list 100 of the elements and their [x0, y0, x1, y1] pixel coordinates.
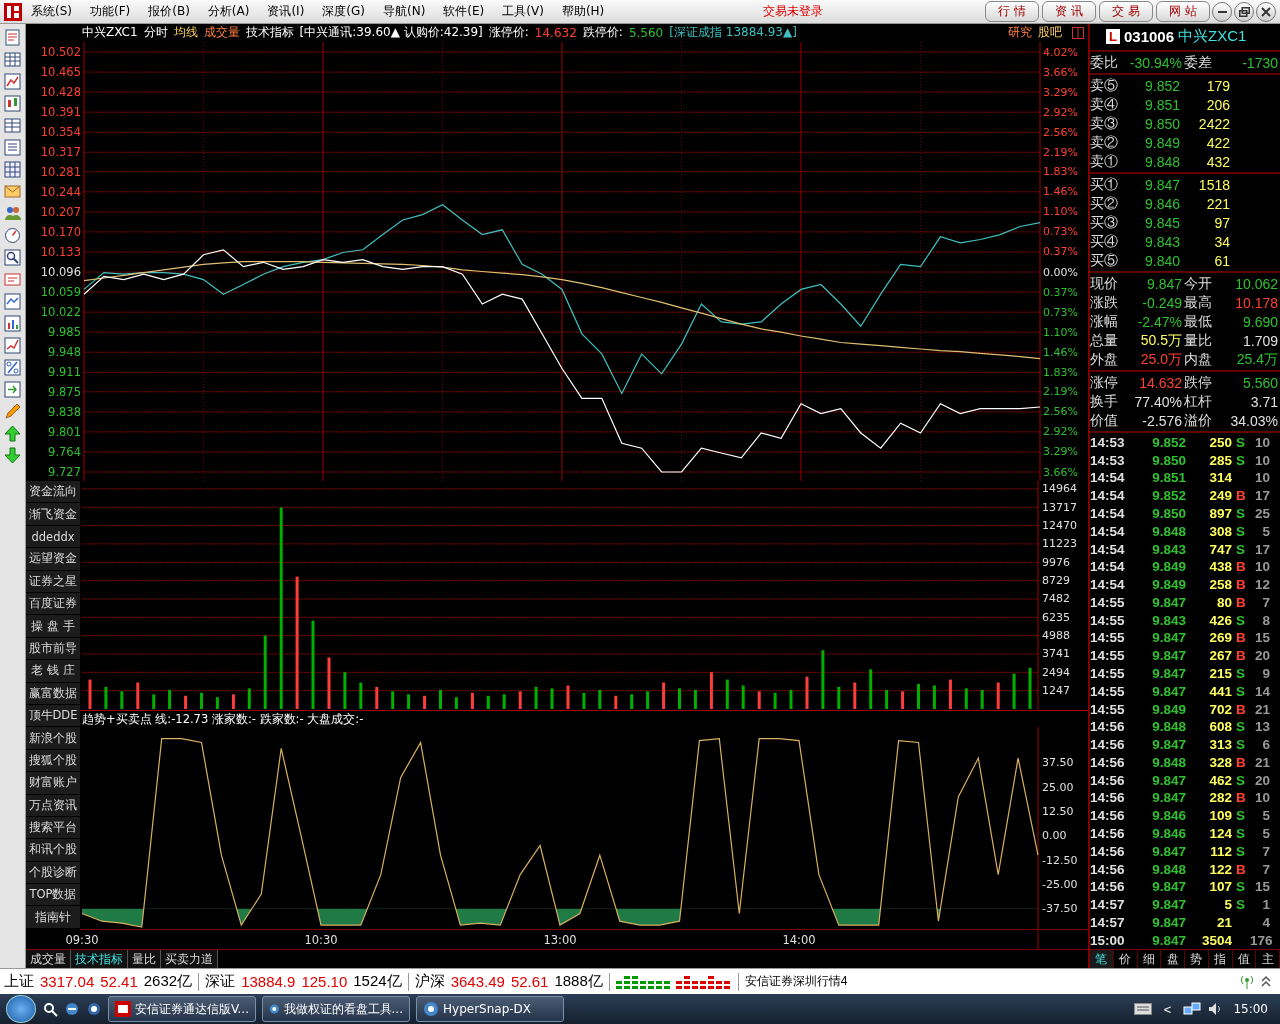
export-icon[interactable] — [3, 380, 22, 399]
trade-side: S — [1235, 452, 1246, 468]
quote-value: 5.560 — [1241, 374, 1279, 391]
search-icon[interactable] — [42, 1001, 58, 1017]
table-icon[interactable] — [3, 116, 22, 135]
down-arrow-icon[interactable] — [3, 446, 22, 465]
side-link[interactable]: 证券之星 — [26, 570, 80, 593]
volume-bar — [964, 688, 968, 710]
menu-item[interactable]: 帮助(H) — [552, 3, 614, 20]
trade-side: S — [1235, 683, 1246, 699]
volume-bar — [534, 686, 538, 710]
indicator-axis-label: 12.50 — [1042, 805, 1074, 819]
menu-item[interactable]: 报价(B) — [139, 3, 199, 20]
quote-label: 涨幅 — [1090, 312, 1119, 331]
menu-item[interactable]: 工具(V) — [493, 3, 553, 20]
side-link[interactable]: 远望资金 — [26, 548, 80, 571]
side-link[interactable]: ddeddx — [26, 525, 80, 549]
percent-icon[interactable] — [3, 358, 22, 377]
volume-bar — [1028, 667, 1032, 710]
side-link[interactable]: 新浪个股 — [26, 727, 80, 750]
side-link[interactable]: 个股诊断 — [26, 861, 80, 885]
pencil-icon[interactable] — [3, 402, 22, 421]
side-link[interactable]: 渐飞资金 — [26, 503, 80, 526]
trade-side: B — [1235, 790, 1247, 806]
list-icon[interactable] — [3, 138, 22, 157]
volume-bar — [996, 682, 1000, 710]
trade-price: 9.847 — [1151, 932, 1186, 948]
volume-bar — [646, 691, 650, 710]
side-link[interactable]: 搜狐个股 — [26, 749, 80, 773]
chart-tab[interactable]: 技术指标 — [71, 950, 128, 968]
side-link[interactable]: 赢富数据 — [26, 682, 80, 705]
header-link[interactable]: 研究 — [1008, 24, 1032, 42]
chart-tab[interactable]: 成交量 — [26, 950, 71, 968]
trade-volume: 314 — [1208, 470, 1232, 486]
chart-tab[interactable]: 量比 — [128, 950, 161, 968]
nav-button[interactable]: 交易 — [1099, 1, 1153, 22]
tray-toggle[interactable]: < — [1157, 1000, 1178, 1018]
quote-label: 最低 — [1184, 312, 1213, 331]
side-link[interactable]: 搜索平台 — [26, 816, 80, 840]
restore-button[interactable] — [1234, 1, 1254, 22]
side-link[interactable]: 财富账户 — [26, 772, 80, 795]
document-icon[interactable] — [3, 28, 22, 47]
candlestick-icon[interactable] — [3, 94, 22, 113]
mail-icon[interactable] — [3, 182, 22, 201]
nav-button[interactable]: 资讯 — [1042, 1, 1096, 22]
side-link[interactable]: 和讯个股 — [26, 839, 80, 862]
time-axis-label: 09:30 — [65, 933, 99, 948]
trade-count: 1 — [1261, 897, 1270, 913]
chart-tab[interactable]: 买卖力道 — [161, 950, 218, 968]
line-chart-icon[interactable] — [3, 72, 22, 91]
quote-label: 现价 — [1090, 274, 1119, 293]
menu-item[interactable]: 功能(F) — [81, 3, 140, 20]
trade-price: 9.847 — [1151, 897, 1186, 913]
menu-item[interactable]: 资讯(I) — [258, 3, 314, 20]
index-change: 52.61 — [510, 973, 549, 990]
side-link[interactable]: TOP数据 — [26, 884, 80, 907]
taskbar-button[interactable]: HyperSnap-DX — [416, 996, 564, 1022]
trade-count: 7 — [1261, 843, 1270, 859]
nav-button[interactable]: 网站 — [1156, 1, 1210, 22]
side-link[interactable]: 指南针 — [26, 906, 80, 929]
grid-icon[interactable] — [3, 160, 22, 179]
people-icon[interactable] — [3, 204, 22, 223]
panel-tab[interactable]: 笔 — [1090, 950, 1114, 968]
menu-item[interactable]: 系统(S) — [22, 3, 81, 20]
side-link[interactable]: 股市前导 — [26, 637, 80, 661]
line-chart-icon[interactable] — [3, 336, 22, 355]
volume-bar — [215, 697, 219, 710]
up-arrow-icon[interactable] — [3, 424, 22, 443]
side-link[interactable]: 老 钱 庄 — [26, 660, 80, 683]
app-icon[interactable] — [86, 1001, 102, 1017]
taskbar-button[interactable]: 我做权证的看盘工具... — [262, 996, 410, 1022]
menu-item[interactable]: 软件(E) — [434, 3, 494, 20]
volume-bar — [678, 688, 681, 710]
gauge-icon[interactable] — [3, 226, 22, 245]
trade-price: 9.847 — [1151, 737, 1186, 753]
index-change: 125.10 — [301, 973, 348, 990]
menu-item[interactable]: 深度(G) — [313, 3, 374, 20]
header-link[interactable]: 股吧 — [1038, 24, 1062, 42]
side-link[interactable]: 顶牛DDE — [26, 704, 80, 728]
menu-item[interactable]: 分析(A) — [198, 3, 259, 20]
line-chart-icon[interactable] — [3, 292, 22, 311]
table-icon[interactable] — [3, 50, 22, 69]
trade-volume: 112 — [1209, 843, 1232, 859]
side-link[interactable]: 资金流向 — [26, 481, 80, 504]
nav-button[interactable]: 行情 — [985, 1, 1039, 22]
side-link[interactable]: 百度证券 — [26, 593, 80, 616]
minimize-button[interactable] — [1212, 1, 1232, 22]
search-icon[interactable] — [3, 248, 22, 267]
panel-toggle-icon[interactable] — [1072, 27, 1084, 39]
bar-chart-icon[interactable] — [3, 314, 22, 333]
taskbar-button[interactable]: 安信证券通达信版V... — [108, 996, 256, 1022]
volume-bar — [614, 695, 618, 710]
side-link[interactable]: 万点资讯 — [26, 794, 80, 817]
quote-value: -2.576 — [1141, 412, 1183, 429]
close-button[interactable] — [1256, 1, 1276, 22]
percent-axis-label: 2.92% — [1043, 425, 1078, 439]
start-button[interactable] — [6, 995, 36, 1023]
side-link[interactable]: 操 盘 手 — [26, 615, 80, 638]
menu-item[interactable]: 导航(N) — [374, 3, 435, 20]
trade-volume: 313 — [1208, 737, 1232, 753]
